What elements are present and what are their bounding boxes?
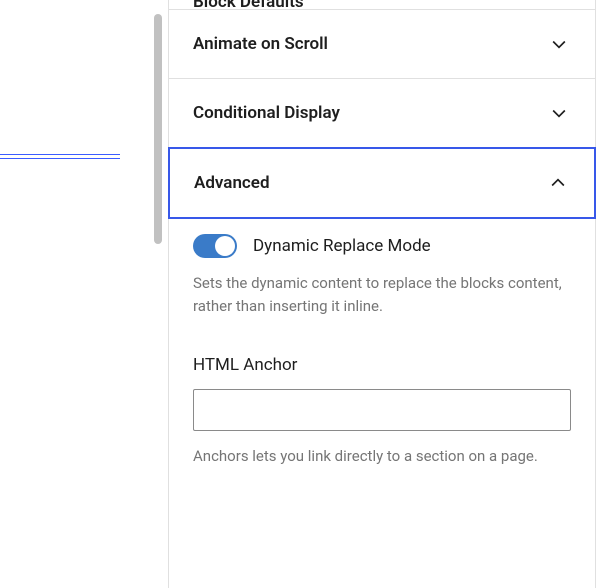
panel-conditional-display[interactable]: Conditional Display: [169, 79, 595, 148]
panel-animate-on-scroll[interactable]: Animate on Scroll: [169, 10, 595, 79]
dynamic-replace-label: Dynamic Replace Mode: [253, 236, 431, 256]
html-anchor-help: Anchors lets you link directly to a sect…: [193, 445, 571, 468]
toggle-knob: [215, 236, 235, 256]
panel-title: Conditional Display: [193, 103, 340, 123]
dynamic-replace-help: Sets the dynamic content to replace the …: [193, 272, 571, 319]
dynamic-replace-toggle[interactable]: [193, 234, 237, 258]
scrollbar-thumb[interactable]: [154, 14, 162, 244]
panel-title: Advanced: [194, 173, 270, 193]
chevron-down-icon: [547, 32, 571, 56]
dynamic-replace-row: Dynamic Replace Mode: [193, 234, 571, 258]
inspector-sidebar: Block Defaults Animate on Scroll Conditi…: [154, 0, 604, 588]
panel-title: Animate on Scroll: [193, 34, 328, 54]
panel-advanced-content: Dynamic Replace Mode Sets the dynamic co…: [169, 218, 595, 488]
chevron-up-icon: [546, 171, 570, 195]
panel-wrapper: Block Defaults Animate on Scroll Conditi…: [168, 0, 596, 588]
panel-title: Block Defaults: [193, 0, 304, 10]
chevron-down-icon: [547, 101, 571, 125]
panel-block-defaults[interactable]: Block Defaults: [169, 0, 595, 10]
html-anchor-label: HTML Anchor: [193, 355, 571, 375]
html-anchor-input[interactable]: [193, 389, 571, 431]
canvas-selection-line: [0, 154, 120, 159]
panel-advanced[interactable]: Advanced: [168, 147, 596, 219]
